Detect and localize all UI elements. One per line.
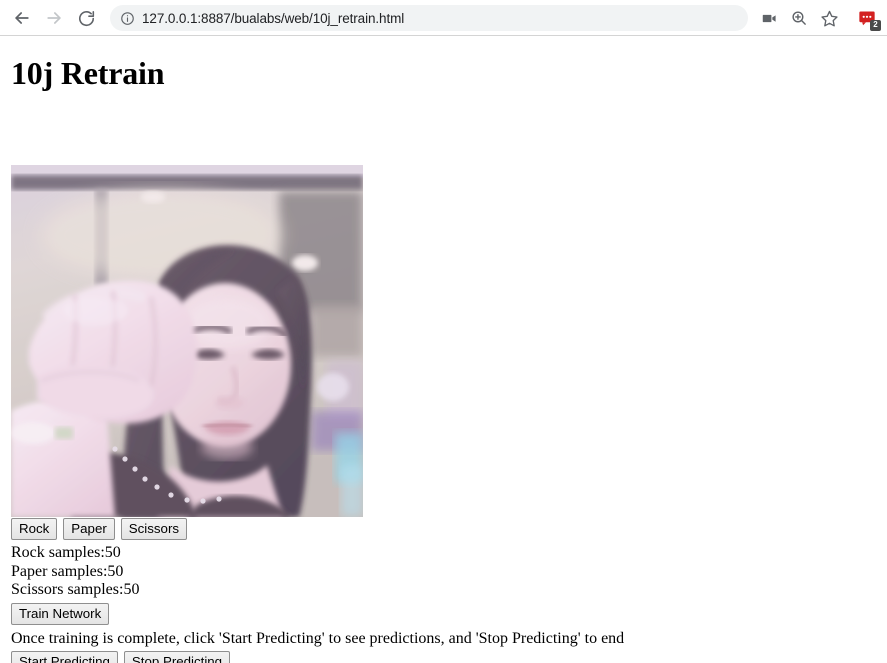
- forward-button: [40, 4, 68, 32]
- zoom-in-icon[interactable]: [786, 5, 812, 31]
- speech-bubble-extension-icon[interactable]: 2: [854, 5, 881, 31]
- scissors-sample-count: Scissors samples:50: [11, 581, 140, 598]
- start-predicting-button[interactable]: Start Predicting: [11, 651, 118, 663]
- train-button-row: Train Network: [11, 602, 871, 625]
- arrow-left-icon: [12, 8, 32, 28]
- instruction-text: Once training is complete, click 'Start …: [11, 629, 625, 647]
- controls-section: Rock Paper Scissors Rock samples:50 Pape…: [11, 518, 871, 663]
- arrow-right-icon: [44, 8, 64, 28]
- stop-predicting-button[interactable]: Stop Predicting: [123, 651, 231, 663]
- train-network-button[interactable]: Train Network: [11, 602, 110, 625]
- sample-button-row: Rock Paper Scissors: [11, 518, 871, 540]
- media-camera-indicator-icon[interactable]: [756, 5, 782, 31]
- browser-toolbar: 127.0.0.1:8887/bualabs/web/10j_retrain.h…: [0, 0, 887, 36]
- rock-sample-count: Rock samples:50: [11, 544, 121, 561]
- paper-sample-button[interactable]: Paper: [63, 518, 115, 540]
- rock-sample-button[interactable]: Rock: [11, 518, 58, 540]
- predict-button-row: Start Predicting Stop Predicting: [11, 651, 871, 663]
- url-text: 127.0.0.1:8887/bualabs/web/10j_retrain.h…: [142, 10, 405, 26]
- toolbar-bottom-border: [0, 35, 887, 36]
- scissors-sample-button[interactable]: Scissors: [120, 518, 188, 540]
- back-button[interactable]: [8, 4, 36, 32]
- address-bar[interactable]: 127.0.0.1:8887/bualabs/web/10j_retrain.h…: [110, 5, 748, 31]
- page-content: 10j Retrain Rock Paper Scissors Rock sam…: [0, 57, 887, 663]
- extension-badge-count: 2: [870, 20, 881, 31]
- sample-counts: Rock samples:50 Paper samples:50 Scissor…: [11, 544, 871, 600]
- reload-icon: [77, 9, 96, 28]
- webcam-video-feed[interactable]: [11, 165, 363, 517]
- page-title: 10j Retrain: [11, 55, 165, 91]
- info-circle-icon[interactable]: [119, 10, 135, 26]
- paper-sample-count: Paper samples:50: [11, 562, 124, 580]
- bookmark-star-icon[interactable]: [816, 5, 842, 31]
- webcam-frame-image: [11, 165, 363, 517]
- reload-button[interactable]: [72, 4, 100, 32]
